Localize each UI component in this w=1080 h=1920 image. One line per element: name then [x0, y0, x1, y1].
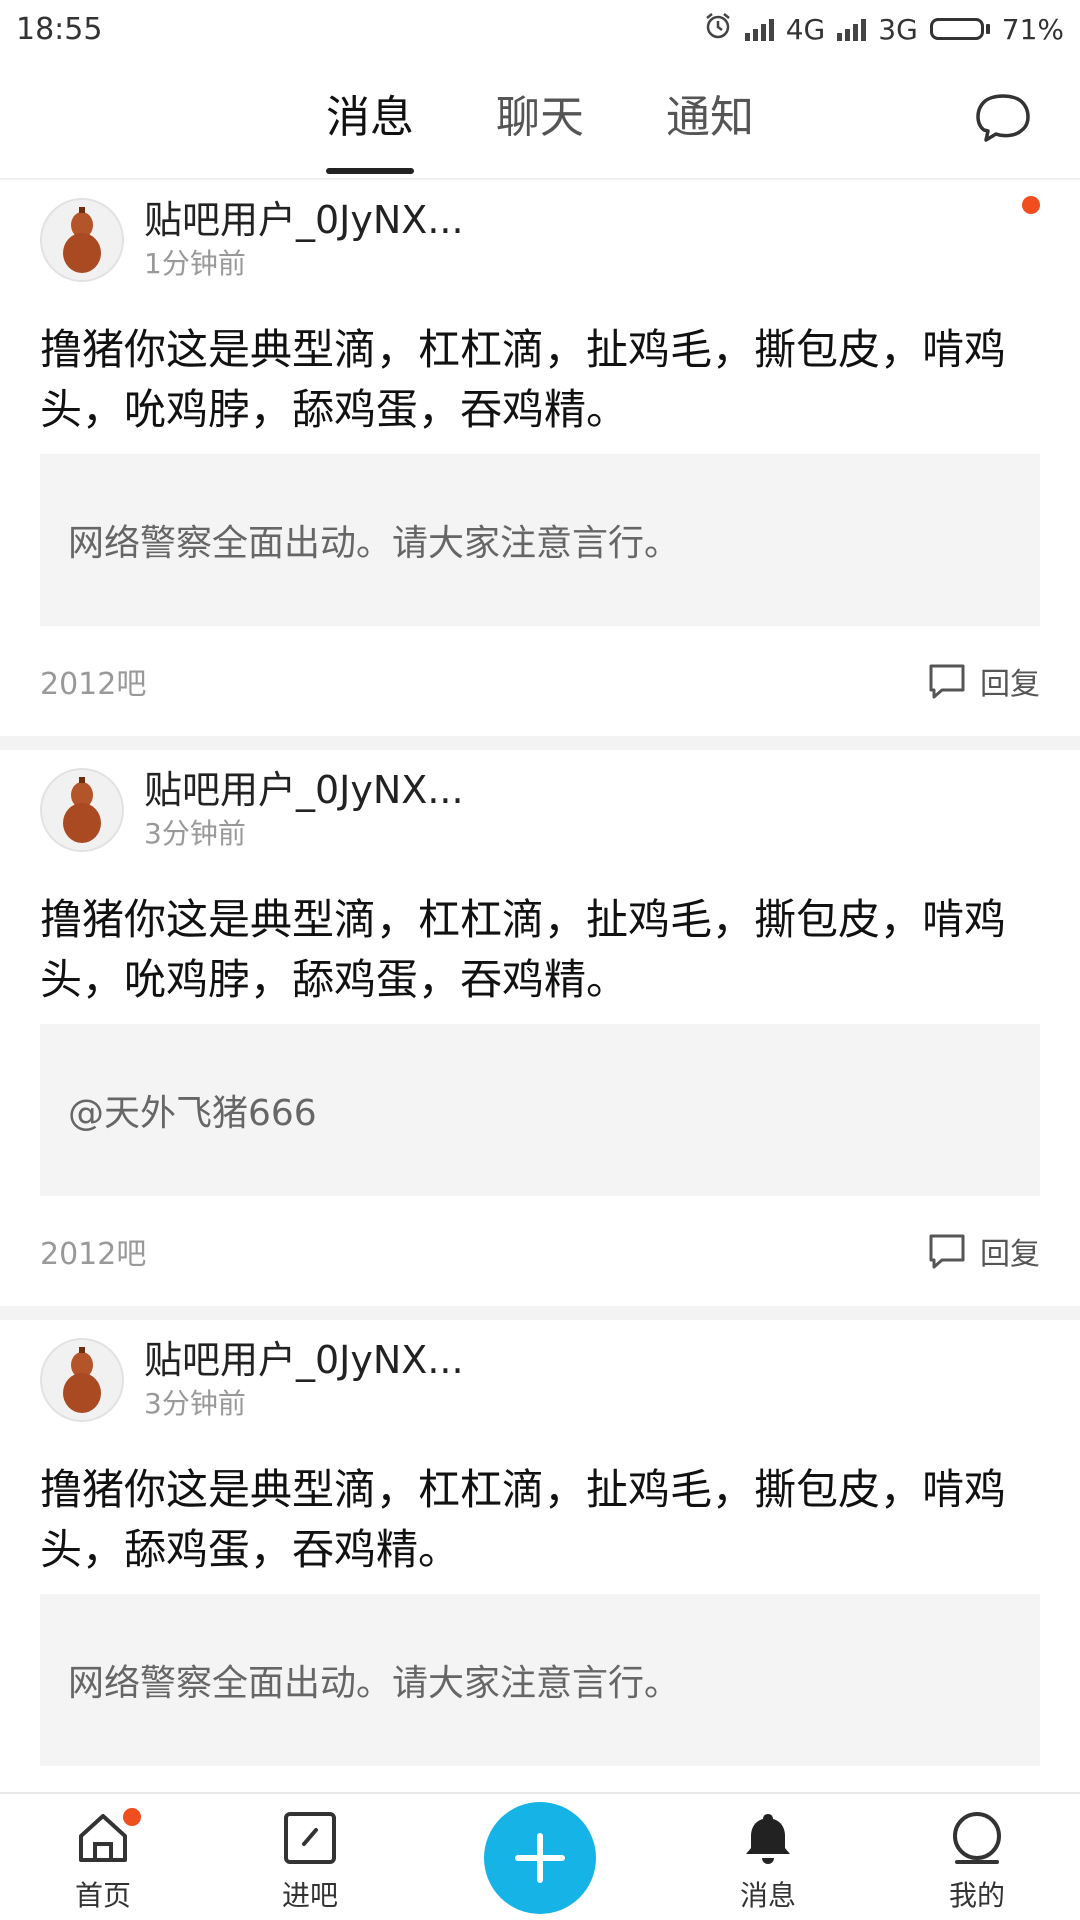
- avatar[interactable]: [40, 768, 124, 852]
- nav-enter-forum[interactable]: 进吧: [250, 1810, 370, 1914]
- home-badge-dot: [123, 1808, 141, 1826]
- nav-enter-label: 进吧: [281, 1879, 338, 1912]
- card-footer: 2012吧 回复: [40, 626, 1040, 736]
- reply-content: 撸猪你这是典型滴，杠杠滴，扯鸡毛，撕包皮，啃鸡头，吮鸡脖，舔鸡蛋，吞鸡精。: [40, 325, 1007, 434]
- reply-card[interactable]: 贴吧用户_0JyNX... 3分钟前 撸猪你这是典型滴，杠杠滴，扯鸡毛，撕包皮，…: [0, 736, 1080, 1306]
- comment-icon: [929, 664, 965, 699]
- reply-card[interactable]: 贴吧用户_0JyNX... 1分钟前 撸猪你这是典型滴，杠杠滴，扯鸡毛，撕包皮，…: [0, 180, 1080, 736]
- tab-messages[interactable]: 消息: [326, 88, 414, 174]
- quoted-post[interactable]: 网络警察全面出动。请大家注意言行。: [40, 1594, 1040, 1766]
- reply-button[interactable]: 回复: [928, 1229, 1040, 1273]
- plus-icon: [515, 1833, 565, 1883]
- battery-percent: 71%: [1001, 12, 1064, 46]
- post-button[interactable]: [484, 1802, 596, 1914]
- status-icons: 4G 3G 71%: [703, 11, 1064, 48]
- network-type-1: 4G: [785, 12, 826, 46]
- comment-icon: [929, 1234, 965, 1269]
- avatar[interactable]: [40, 1338, 124, 1422]
- card-header: 贴吧用户_0JyNX... 1分钟前: [40, 180, 1040, 290]
- nav-home[interactable]: 首页: [43, 1808, 163, 1914]
- status-bar: 18:55 4G 3G 71%: [0, 0, 1080, 58]
- quoted-post[interactable]: 网络警察全面出动。请大家注意言行。: [40, 454, 1040, 626]
- card-header: 贴吧用户_0JyNX... 3分钟前: [40, 1320, 1040, 1430]
- alarm-icon: [703, 11, 733, 48]
- card-footer: 2012吧 回复: [40, 1196, 1040, 1306]
- reply-button[interactable]: 回复: [928, 659, 1040, 703]
- message-feed: 贴吧用户_0JyNX... 1分钟前 撸猪你这是典型滴，杠杠滴，扯鸡毛，撕包皮，…: [0, 180, 1080, 1792]
- post-time: 3分钟前: [144, 1387, 246, 1420]
- reply-content: 撸猪你这是典型滴，杠杠滴，扯鸡毛，撕包皮，啃鸡头，吮鸡脖，舔鸡蛋，吞鸡精。: [40, 895, 1007, 1004]
- forum-name[interactable]: 2012吧: [40, 659, 146, 703]
- card-header: 贴吧用户_0JyNX... 3分钟前: [40, 750, 1040, 860]
- unread-dot: [1022, 196, 1040, 214]
- tab-bar: 消息 聊天 通知: [0, 88, 1080, 174]
- tab-chat[interactable]: 聊天: [496, 88, 584, 148]
- reply-card[interactable]: 贴吧用户_0JyNX... 3分钟前 撸猪你这是典型滴，杠杠滴，扯鸡毛，撕包皮，…: [0, 1306, 1080, 1766]
- username[interactable]: 贴吧用户_0JyNX...: [144, 198, 464, 242]
- chat-bubble-icon[interactable]: [970, 86, 1034, 150]
- post-time: 3分钟前: [144, 817, 246, 850]
- nav-messages-label: 消息: [739, 1879, 796, 1912]
- quoted-post[interactable]: @天外飞猪666: [40, 1024, 1040, 1196]
- battery-icon: [929, 18, 990, 40]
- network-type-2: 3G: [878, 12, 918, 46]
- reply-content: 撸猪你这是典型滴，杠杠滴，扯鸡毛，撕包皮，啃鸡头，舔鸡蛋，吞鸡精。: [40, 1465, 1007, 1574]
- profile-icon: [953, 1812, 1001, 1864]
- reply-label: 回复: [980, 667, 1040, 702]
- nav-messages[interactable]: 消息: [708, 1810, 828, 1914]
- signal-icon-2: [837, 17, 867, 41]
- avatar[interactable]: [40, 198, 124, 282]
- bottom-nav: 首页 进吧 消息 我的: [0, 1792, 1080, 1920]
- post-time: 1分钟前: [144, 247, 246, 280]
- edit-icon: [284, 1812, 336, 1864]
- status-time: 18:55: [16, 11, 103, 47]
- username[interactable]: 贴吧用户_0JyNX...: [144, 1338, 464, 1382]
- nav-me[interactable]: 我的: [917, 1810, 1037, 1914]
- forum-name[interactable]: 2012吧: [40, 1229, 146, 1273]
- tab-notifications[interactable]: 通知: [666, 88, 754, 148]
- nav-home-label: 首页: [74, 1879, 131, 1912]
- bell-icon: [746, 1814, 790, 1864]
- nav-me-label: 我的: [948, 1879, 1005, 1912]
- reply-label: 回复: [980, 1237, 1040, 1272]
- username[interactable]: 贴吧用户_0JyNX...: [144, 768, 464, 812]
- signal-icon: [744, 17, 774, 41]
- top-nav: 消息 聊天 通知: [0, 58, 1080, 180]
